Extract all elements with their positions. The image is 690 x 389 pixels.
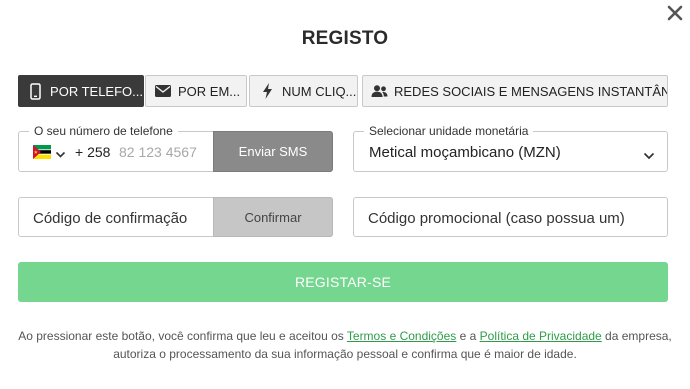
legal-notice: Ao pressionar este botão, você confirma …	[0, 327, 690, 363]
phone-input[interactable]	[119, 140, 219, 164]
tab-phone[interactable]: POR TELEFO...	[18, 75, 144, 107]
lightning-icon	[258, 83, 276, 99]
legal-line-2: autoriza o processamento da sua informaç…	[113, 347, 577, 361]
users-icon	[371, 85, 388, 97]
legal-line-1: Ao pressionar este botão, você confirma …	[0, 327, 690, 345]
page-title: REGISTO	[301, 28, 389, 49]
tab-email[interactable]: POR EM...	[145, 75, 247, 107]
tab-label: REDES SOCIAIS E MENSAGENS INSTANTÂN...	[394, 83, 668, 99]
privacy-policy-link[interactable]: Política de Privacidade	[480, 329, 602, 343]
phone-number-field: O seu número de telefone + 258 Enviar SM…	[18, 124, 333, 172]
tab-label: POR TELEFO...	[50, 83, 143, 99]
currency-value: Metical moçambicano (MZN)	[369, 144, 561, 161]
mozambique-flag-icon[interactable]	[33, 145, 51, 159]
tab-social-networks[interactable]: REDES SOCIAIS E MENSAGENS INSTANTÂN...	[362, 75, 668, 107]
legal-text-3: da empresa,	[601, 329, 672, 343]
chevron-down-icon[interactable]	[55, 146, 66, 164]
phone-icon	[27, 82, 44, 100]
register-button[interactable]: REGISTAR-SE	[18, 262, 668, 302]
envelope-icon	[154, 85, 172, 97]
legal-text-2: e a	[456, 329, 480, 343]
currency-field-label: Selecionar unidade monetária	[364, 124, 534, 138]
confirmation-code-field: Confirmar	[18, 197, 333, 237]
send-sms-button[interactable]: Enviar SMS	[213, 131, 333, 172]
terms-link[interactable]: Termos e Condições	[347, 329, 456, 343]
promo-code-field	[353, 197, 668, 237]
confirmation-code-input[interactable]	[33, 206, 213, 230]
tab-label: POR EM...	[178, 83, 241, 99]
legal-text-1: Ao pressionar este botão, você confirma …	[18, 329, 347, 343]
tab-label: NUM CLIQ...	[282, 83, 357, 99]
chevron-down-icon	[643, 147, 655, 165]
promo-code-input[interactable]	[368, 206, 658, 230]
currency-select[interactable]: Selecionar unidade monetária Metical moç…	[353, 124, 668, 172]
country-code: + 258	[75, 144, 111, 160]
confirm-button[interactable]: Confirmar	[213, 197, 333, 237]
close-icon[interactable]	[664, 2, 686, 24]
tab-one-click[interactable]: NUM CLIQ...	[249, 75, 358, 107]
phone-field-label: O seu número de telefone	[29, 124, 178, 138]
